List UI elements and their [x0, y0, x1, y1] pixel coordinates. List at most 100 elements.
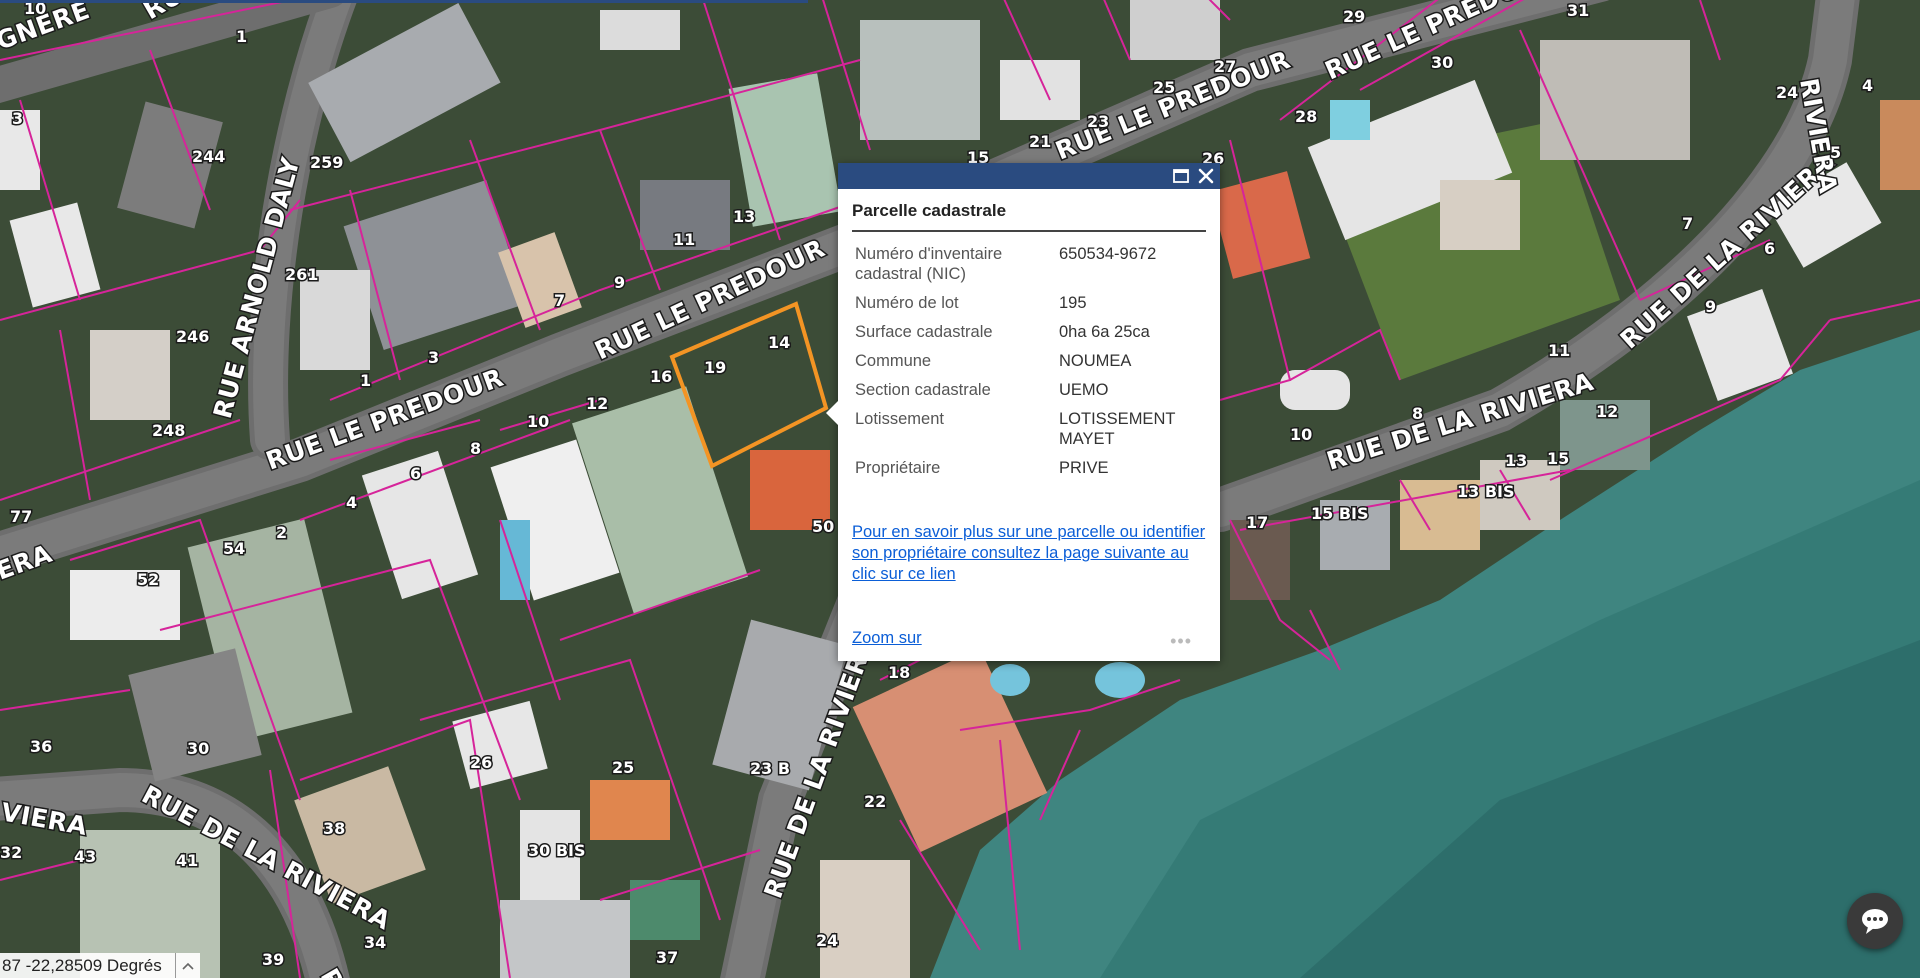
- parcel-number-label: 3: [12, 109, 23, 128]
- parcel-number-label: 1: [236, 27, 247, 46]
- parcel-number-label: 22: [864, 792, 886, 811]
- attribute-value: LOTISSEMENT MAYET: [1059, 410, 1176, 448]
- attribute-row: Propriétaire PRIVE: [852, 455, 1206, 484]
- parcel-number-label: 30: [187, 739, 209, 758]
- parcel-number-label: 37: [656, 948, 678, 967]
- parcel-number-label: 2: [276, 523, 287, 542]
- chat-button[interactable]: [1847, 893, 1903, 949]
- attribute-label: Propriétaire: [855, 459, 941, 477]
- parcel-number-label: 32: [0, 843, 22, 862]
- parcel-number-label: 4: [346, 493, 357, 512]
- popup-pointer: [826, 401, 838, 425]
- chat-icon: [1862, 909, 1888, 934]
- attribute-value: UEMO: [1059, 381, 1109, 399]
- parcel-number-label: 31: [1567, 1, 1589, 20]
- coordinate-text: 87 -22,28509 Degrés: [2, 955, 162, 975]
- parcel-number-label: 15: [1547, 449, 1569, 468]
- parcel-number-label: 7: [1682, 214, 1693, 233]
- parcel-number-label: 29: [1343, 7, 1365, 26]
- zoom-to-link[interactable]: Zoom sur: [852, 629, 922, 647]
- parcel-number-label: 15 BIS: [1311, 504, 1369, 523]
- parcel-number-label: 244: [192, 147, 225, 166]
- attribute-value: NOUMEA: [1059, 352, 1132, 370]
- parcel-number-label: 12: [586, 394, 608, 413]
- attribute-row: Surface cadastrale 0ha 6a 25ca: [852, 319, 1206, 348]
- parcel-number-label: 23: [1087, 112, 1109, 131]
- parcel-number-label: 19: [704, 358, 726, 377]
- parcel-number-label: 14: [768, 333, 790, 352]
- parcel-popup: Parcelle cadastrale Numéro d'inventaire …: [826, 163, 1220, 661]
- parcel-number-label: 13 BIS: [1457, 482, 1515, 501]
- more-options-icon[interactable]: •••: [1170, 631, 1192, 652]
- attributes-table: Numéro d'inventaire cadastral (NIC) 65053…: [852, 241, 1206, 484]
- parcel-number-label: 25: [1153, 78, 1175, 97]
- attribute-value: 650534-9672: [1059, 245, 1157, 263]
- attribute-label: Commune: [855, 352, 932, 370]
- parcel-number-label: 28: [1295, 107, 1317, 126]
- parcel-number-label: 9: [1705, 297, 1716, 316]
- parcel-number-label: 25: [612, 758, 634, 777]
- parcel-number-label: 12: [1596, 402, 1618, 421]
- parcel-number-label: 246: [176, 327, 209, 346]
- attribute-value: 0ha 6a 25ca: [1059, 323, 1150, 341]
- attribute-row: Section cadastrale UEMO: [852, 377, 1206, 406]
- parcel-number-label: 38: [323, 819, 345, 838]
- parcel-number-label: 3: [428, 348, 439, 367]
- parcel-info-link[interactable]: Pour en savoir plus sur une parcelle ou …: [852, 522, 1206, 585]
- maximize-icon[interactable]: [1172, 167, 1190, 185]
- popup-footer: Zoom sur •••: [852, 629, 1206, 653]
- parcel-number-label: 6: [1764, 239, 1775, 258]
- parcel-number-label: 11: [673, 230, 695, 249]
- parcel-number-label: 8: [1412, 404, 1423, 423]
- attribute-label: Surface cadastrale: [855, 323, 993, 341]
- attribute-value: PRIVE: [1059, 459, 1109, 477]
- parcel-number-label: 30: [1431, 53, 1453, 72]
- parcel-number-label: 52: [137, 570, 159, 589]
- parcel-number-label: 1: [360, 371, 371, 390]
- attribute-row: Lotissement LOTISSEMENT MAYET: [852, 406, 1206, 455]
- parcel-number-label: 259: [310, 153, 343, 172]
- close-icon[interactable]: [1197, 167, 1215, 185]
- parcel-number-label: 41: [176, 851, 198, 870]
- parcel-number-label: 5: [1830, 143, 1841, 162]
- parcel-number-label: 24: [1776, 83, 1798, 102]
- parcel-number-label: 77: [10, 507, 32, 526]
- attribute-label: Section cadastrale: [855, 381, 991, 399]
- parcel-number-label: 36: [30, 737, 52, 756]
- attribute-value: 195: [1059, 294, 1087, 312]
- parcel-number-label: 16: [650, 367, 672, 386]
- coordinate-readout: 87 -22,28509 Degrés: [0, 953, 200, 978]
- popup-title: Parcelle cadastrale: [852, 201, 1206, 232]
- attribute-row: Numéro d'inventaire cadastral (NIC) 65053…: [852, 241, 1206, 290]
- parcel-number-label: 4: [1862, 76, 1873, 95]
- parcel-number-label: 261: [285, 265, 318, 284]
- parcel-number-label: 13: [1505, 451, 1527, 470]
- parcel-number-label: 26: [470, 753, 492, 772]
- parcel-number-label: 13: [733, 207, 755, 226]
- attribute-row: Commune NOUMEA: [852, 348, 1206, 377]
- attribute-label: Numéro de lot: [855, 294, 959, 312]
- parcel-number-label: 7: [554, 291, 565, 310]
- parcel-number-label: 248: [152, 421, 185, 440]
- parcel-number-label: 30 BIS: [528, 841, 586, 860]
- popup-titlebar: [838, 163, 1220, 189]
- parcel-number-label: 24: [816, 931, 838, 950]
- parcel-number-label: 27: [1214, 57, 1236, 76]
- parcel-number-label: 6: [410, 464, 421, 483]
- parcel-number-label: 23 B: [750, 759, 790, 778]
- parcel-number-label: 17: [1246, 513, 1268, 532]
- parcel-number-label: 11: [1548, 341, 1570, 360]
- attribute-label: Numéro d'inventaire cadastral (NIC): [855, 245, 1003, 283]
- parcel-number-label: 34: [364, 933, 386, 952]
- top-accent-bar: [0, 0, 808, 3]
- parcel-number-label: 8: [470, 439, 481, 458]
- parcel-number-label: 10: [527, 412, 549, 431]
- attribute-label: Lotissement: [855, 410, 944, 428]
- parcel-number-label: 9: [614, 273, 625, 292]
- parcel-number-label: 43: [74, 847, 96, 866]
- parcel-number-label: 50: [812, 517, 834, 536]
- parcel-number-label: 21: [1029, 132, 1051, 151]
- parcel-number-label: 10: [1290, 425, 1312, 444]
- parcel-number-label: 39: [262, 950, 284, 969]
- chevron-up-icon[interactable]: [175, 953, 200, 978]
